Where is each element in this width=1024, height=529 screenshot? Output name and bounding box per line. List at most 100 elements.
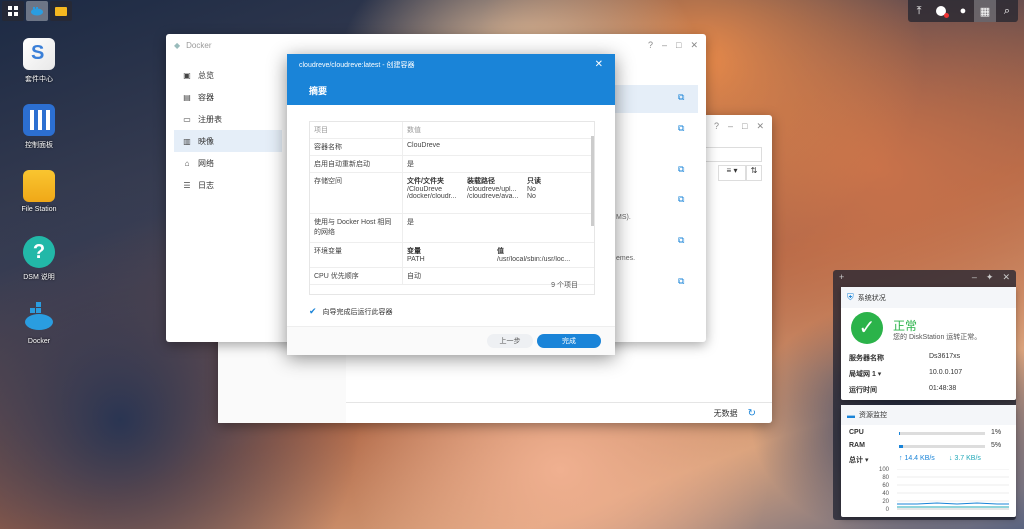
pin-icon[interactable]: ✦ bbox=[986, 272, 994, 283]
upload-line bbox=[897, 502, 1009, 505]
column-header: 项目 bbox=[310, 122, 403, 138]
desktop-icon-docker[interactable]: Docker bbox=[14, 302, 64, 345]
row-key: 存储空间 bbox=[310, 173, 403, 213]
upload-button[interactable]: ⤒ bbox=[908, 0, 930, 22]
folder-icon bbox=[55, 7, 67, 16]
docker-titlebar: ◆ Docker ? – □ ✕ bbox=[166, 34, 706, 56]
row-key: 使用与 Docker Host 相同的网络 bbox=[310, 214, 403, 242]
refresh-icon[interactable]: ↻ bbox=[748, 408, 756, 419]
subtable-cell: /docker/cloudr... bbox=[407, 193, 457, 200]
minimize-icon[interactable]: – bbox=[972, 272, 977, 283]
shield-icon: ⛨ bbox=[847, 292, 854, 302]
open-link-icon[interactable]: ⧉ bbox=[678, 276, 684, 287]
open-link-icon[interactable]: ⧉ bbox=[678, 235, 684, 246]
item-count: 9 个项目 bbox=[551, 282, 578, 289]
maximize-icon[interactable]: □ bbox=[742, 121, 747, 132]
table-row: 使用与 Docker Host 相同的网络 是 bbox=[310, 214, 594, 243]
sidebar-item-label: 日志 bbox=[198, 180, 214, 190]
taskbar-right: ⤒ ● ▦ ⌕ bbox=[908, 0, 1018, 22]
notification-button[interactable] bbox=[930, 0, 952, 22]
checkbox-label: 向导完成后运行此容器 bbox=[322, 308, 393, 316]
resource-monitor-widget: ▬ 资源监控 CPU 1% RAM 5% 总计 ▾ ↑ 14.4 KB/s ↓ … bbox=[841, 405, 1016, 517]
cpu-label: CPU bbox=[849, 429, 864, 436]
sidebar-item-container[interactable]: ▤ 容器 bbox=[174, 86, 282, 108]
docker-icon bbox=[31, 7, 43, 16]
info-key[interactable]: 局域网 1 ▾ bbox=[849, 369, 881, 379]
package-center-icon: S bbox=[23, 38, 55, 70]
help-icon[interactable]: ? bbox=[714, 121, 719, 132]
ram-label: RAM bbox=[849, 442, 865, 449]
docker-sidebar: ▣ 总览 ▤ 容器 ▭ 注册表 ▥ 映像 ⌂ 网络 ☰ 日志 bbox=[174, 64, 282, 196]
open-link-icon[interactable]: ⧉ bbox=[678, 123, 684, 134]
desktop-icon-label: File Station bbox=[21, 206, 57, 213]
desktop-icon-control-panel[interactable]: 控制面板 bbox=[14, 104, 64, 150]
description-fragment: MS). bbox=[616, 214, 631, 221]
subtable-cell: /usr/local/sbin:/usr/loc... bbox=[497, 256, 571, 263]
subtable-cell: /cloudreve/upl... bbox=[467, 186, 517, 193]
desktop-icon-file-station[interactable]: File Station bbox=[14, 170, 64, 213]
close-icon[interactable]: ✕ bbox=[1002, 272, 1010, 283]
back-button[interactable]: 上一步 bbox=[487, 334, 533, 348]
sidebar-item-overview[interactable]: ▣ 总览 bbox=[174, 64, 282, 86]
open-link-icon[interactable]: ⧉ bbox=[678, 164, 684, 175]
scrollbar[interactable] bbox=[591, 136, 594, 226]
main-menu-button[interactable] bbox=[2, 1, 24, 21]
desktop-icon-package-center[interactable]: S 套件中心 bbox=[14, 38, 64, 84]
subtable-cell: PATH bbox=[407, 256, 425, 263]
minimize-icon[interactable]: – bbox=[728, 121, 733, 132]
desktop-icon-label: 控制面板 bbox=[25, 142, 53, 149]
control-panel-icon bbox=[23, 104, 55, 136]
network-select[interactable]: 总计 ▾ bbox=[849, 455, 868, 465]
widget-header: ⛨ 系统状况 bbox=[841, 287, 1016, 308]
folder-icon bbox=[23, 170, 55, 202]
open-link-icon[interactable]: ⧉ bbox=[678, 92, 684, 103]
maximize-icon[interactable]: □ bbox=[676, 40, 681, 51]
download-speed-value: 3.7 KB/s bbox=[954, 455, 981, 462]
ram-bar bbox=[899, 445, 985, 448]
grid-icon bbox=[8, 6, 18, 16]
info-key: 运行时间 bbox=[849, 387, 877, 394]
taskbar-docker-button[interactable] bbox=[26, 1, 48, 21]
sidebar-item-network[interactable]: ⌂ 网络 bbox=[174, 152, 282, 174]
ram-bar-fill bbox=[899, 445, 904, 448]
run-after-wizard-checkbox[interactable]: ✔ 向导完成后运行此容器 bbox=[309, 306, 393, 317]
widgets-button[interactable]: ▦ bbox=[974, 0, 996, 22]
tick-label: 20 bbox=[882, 499, 890, 505]
desktop-icon-label: Docker bbox=[27, 338, 51, 345]
add-widget-icon[interactable]: + bbox=[839, 272, 844, 282]
sidebar-item-log[interactable]: ☰ 日志 bbox=[174, 174, 282, 196]
help-icon: ? bbox=[23, 236, 55, 268]
widgets-icon: ▦ bbox=[979, 5, 991, 18]
monitor-icon: ▬ bbox=[847, 410, 855, 420]
close-icon[interactable]: ✕ bbox=[595, 59, 603, 70]
ram-value: 5% bbox=[991, 442, 1002, 449]
info-key: 服务器名称 bbox=[849, 355, 884, 362]
taskbar-file-station-button[interactable] bbox=[50, 1, 72, 21]
cpu-bar bbox=[899, 432, 985, 435]
dialog-heading: 摘要 bbox=[309, 86, 328, 96]
image-list-row-selected[interactable] bbox=[614, 85, 698, 113]
sidebar-item-registry[interactable]: ▭ 注册表 bbox=[174, 108, 282, 130]
search-button[interactable]: ⌕ bbox=[996, 0, 1018, 22]
help-icon[interactable]: ? bbox=[648, 40, 653, 51]
user-button[interactable]: ● bbox=[952, 0, 974, 22]
desktop-icon-dsm-help[interactable]: ? DSM 说明 bbox=[14, 236, 64, 282]
widget-header: ▬ 资源监控 bbox=[841, 405, 1016, 425]
registry-footer: 无数据 ↻ bbox=[346, 402, 772, 423]
list-icon: ≡ ▾ bbox=[726, 166, 738, 175]
cpu-bar-fill bbox=[899, 432, 900, 435]
checkmark-icon: ✔ bbox=[309, 306, 317, 316]
tick-label: 60 bbox=[882, 483, 890, 489]
container-icon: ▤ bbox=[183, 92, 191, 102]
open-link-icon[interactable]: ⧉ bbox=[678, 194, 684, 205]
sidebar-item-image[interactable]: ▥ 映像 bbox=[174, 130, 282, 152]
view-toggle-button[interactable]: ≡ ▾ bbox=[718, 165, 746, 181]
upload-speed: ↑ 14.4 KB/s bbox=[899, 455, 935, 462]
close-icon[interactable]: ✕ bbox=[756, 121, 764, 132]
minimize-icon[interactable]: – bbox=[662, 40, 667, 51]
done-button[interactable]: 完成 bbox=[537, 334, 601, 348]
sort-button[interactable]: ⇅ bbox=[746, 165, 762, 181]
close-icon[interactable]: ✕ bbox=[690, 40, 698, 51]
widget-title: 资源监控 bbox=[859, 412, 887, 419]
user-icon: ● bbox=[959, 5, 967, 17]
